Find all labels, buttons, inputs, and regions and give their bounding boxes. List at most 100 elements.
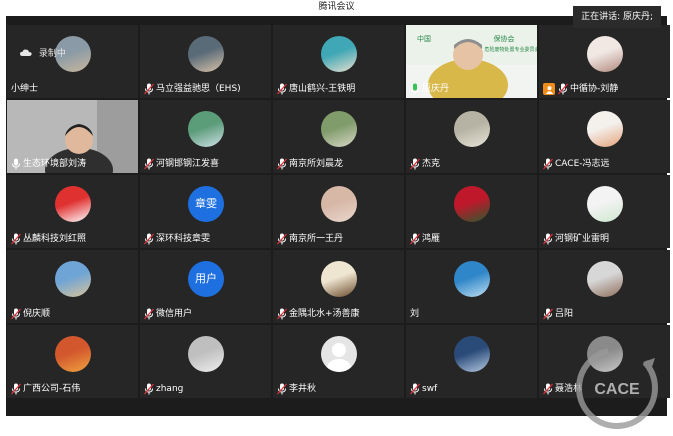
mic-muted-icon	[144, 83, 154, 95]
participant-name: 深环科技章雯	[156, 234, 211, 244]
participant-tile[interactable]: 广西公司-石伟	[7, 325, 138, 398]
participant-nameplate: 金隅北水+汤善康	[275, 307, 363, 321]
participant-name: 微信用户	[156, 309, 193, 319]
participant-tile[interactable]: 丛麟科技刘红照	[7, 175, 138, 248]
participant-tile[interactable]: 中国 保协会危险废物处置专业委员会原庆丹	[406, 25, 537, 98]
mic-muted-icon	[543, 233, 553, 245]
avatar	[188, 111, 224, 147]
participant-tile[interactable]: 河钢邯钢江发喜	[140, 100, 271, 173]
mic-muted-icon	[11, 308, 21, 320]
participant-nameplate: 原庆丹	[408, 82, 452, 96]
participant-tile[interactable]: 河钢矿业雷明	[539, 175, 670, 248]
participant-nameplate: 河钢矿业雷明	[541, 232, 612, 246]
participant-tile[interactable]: 生态环境部刘涛	[7, 100, 138, 173]
watermark-text: CACE	[594, 381, 640, 398]
participant-name: zhang	[156, 384, 184, 394]
participant-nameplate: 深环科技章雯	[142, 232, 213, 246]
participant-tile[interactable]: 金隅北水+汤善康	[273, 250, 404, 323]
participant-tile[interactable]: 杰克	[406, 100, 537, 173]
mic-muted-icon	[11, 233, 21, 245]
participant-name: 生态环境部刘涛	[23, 159, 87, 169]
avatar	[188, 336, 224, 372]
participant-tile[interactable]: 唐山鹤兴-王铁明	[273, 25, 404, 98]
participant-name: 鸿雁	[422, 234, 441, 244]
mic-muted-icon	[410, 383, 420, 395]
participant-tile[interactable]: 马立强益驰思（EHS)	[140, 25, 271, 98]
banner-text: 保协会	[494, 34, 515, 43]
participant-nameplate: 中循协-刘静	[541, 82, 621, 96]
participant-nameplate: 南京所刘晨龙	[275, 157, 346, 171]
mic-muted-icon	[144, 308, 154, 320]
participant-tile[interactable]: 倪庆顺	[7, 250, 138, 323]
participant-tile[interactable]: 南京所一王丹	[273, 175, 404, 248]
participant-tile[interactable]: 南京所刘晨龙	[273, 100, 404, 173]
participant-name: 广西公司-石伟	[23, 384, 81, 394]
mic-icon	[411, 83, 419, 95]
avatar	[587, 111, 623, 147]
banner-text: 中国	[417, 34, 431, 43]
mic-muted-icon	[543, 158, 553, 170]
participant-tile[interactable]: 小绅士	[7, 25, 138, 98]
participant-nameplate: 李井秋	[275, 382, 319, 396]
window-title: 腾讯会议	[6, 0, 667, 15]
participant-nameplate: 吕阳	[541, 307, 576, 321]
participant-tile[interactable]: 刘	[406, 250, 537, 323]
participant-nameplate: 丛麟科技刘红照	[9, 232, 89, 246]
avatar	[454, 186, 490, 222]
mic-muted-icon	[277, 383, 287, 395]
participant-name: 杰克	[422, 159, 441, 169]
participant-tile[interactable]: 鸿雁	[406, 175, 537, 248]
participant-name: 丛麟科技刘红照	[23, 234, 87, 244]
participant-nameplate: CACE-冯志远	[541, 157, 613, 171]
participant-gallery: 小绅士 马立强益驰思（EHS) 唐山鹤兴-王铁明 中国 保协会危险废物处置专业委员会原庆…	[6, 16, 670, 416]
mic-muted-icon	[410, 158, 420, 170]
avatar	[55, 261, 91, 297]
participant-nameplate: 河钢邯钢江发喜	[142, 157, 222, 171]
mic-muted-icon	[144, 158, 154, 170]
meeting-window: 腾讯会议 小绅士 马立强益驰思（EHS) 唐山鹤兴-王铁明 中国 保协会危险废物处置专业…	[6, 0, 670, 436]
bottom-margin	[6, 416, 667, 436]
participant-name: swf	[422, 384, 438, 394]
participant-tile[interactable]: 用户 微信用户	[140, 250, 271, 323]
host-icon	[543, 83, 555, 95]
participant-name: 李井秋	[289, 384, 317, 394]
participant-nameplate: 微信用户	[142, 307, 195, 321]
participant-tile[interactable]: 中循协-刘静	[539, 25, 670, 98]
participant-tile[interactable]: 章雯 深环科技章雯	[140, 175, 271, 248]
avatar	[587, 36, 623, 72]
participant-tile[interactable]: zhang	[140, 325, 271, 398]
cace-logo-icon: CACE	[576, 347, 658, 429]
mic-muted-icon	[543, 308, 553, 320]
participant-name: 河钢矿业雷明	[555, 234, 610, 244]
participant-tile[interactable]: 吕阳	[539, 250, 670, 323]
mic-muted-icon	[277, 308, 287, 320]
participant-name: 南京所刘晨龙	[289, 159, 344, 169]
participant-name: 刘	[410, 309, 420, 319]
recording-label: 录制中	[38, 49, 66, 59]
avatar	[188, 36, 224, 72]
participant-tile[interactable]: 李井秋	[273, 325, 404, 398]
participant-nameplate: 倪庆顺	[9, 307, 53, 321]
speaking-indicator: 正在讲话: 原庆丹;	[573, 6, 661, 28]
banner-text: 危险废物处置专业委员会	[484, 46, 537, 53]
participant-nameplate: 杰克	[408, 157, 443, 171]
mic-muted-icon	[144, 233, 154, 245]
participant-name: 唐山鹤兴-王铁明	[289, 84, 356, 94]
mic-icon	[12, 158, 20, 170]
participant-name: 吕阳	[555, 309, 574, 319]
mic-muted-icon	[543, 383, 553, 395]
participant-nameplate: zhang	[142, 382, 186, 396]
participant-nameplate: 唐山鹤兴-王铁明	[275, 82, 358, 96]
participant-name: 南京所一王丹	[289, 234, 344, 244]
mic-muted-icon	[144, 383, 154, 395]
participant-name: 中循协-刘静	[570, 84, 619, 94]
participant-nameplate: 生态环境部刘涛	[9, 157, 89, 171]
participant-name: 马立强益驰思（EHS)	[156, 84, 241, 94]
participant-tile[interactable]: CACE-冯志远	[539, 100, 670, 173]
participant-nameplate: swf	[408, 382, 440, 396]
participant-name: 原庆丹	[422, 84, 450, 94]
avatar	[321, 36, 357, 72]
avatar	[55, 336, 91, 372]
avatar	[454, 336, 490, 372]
participant-tile[interactable]: swf	[406, 325, 537, 398]
